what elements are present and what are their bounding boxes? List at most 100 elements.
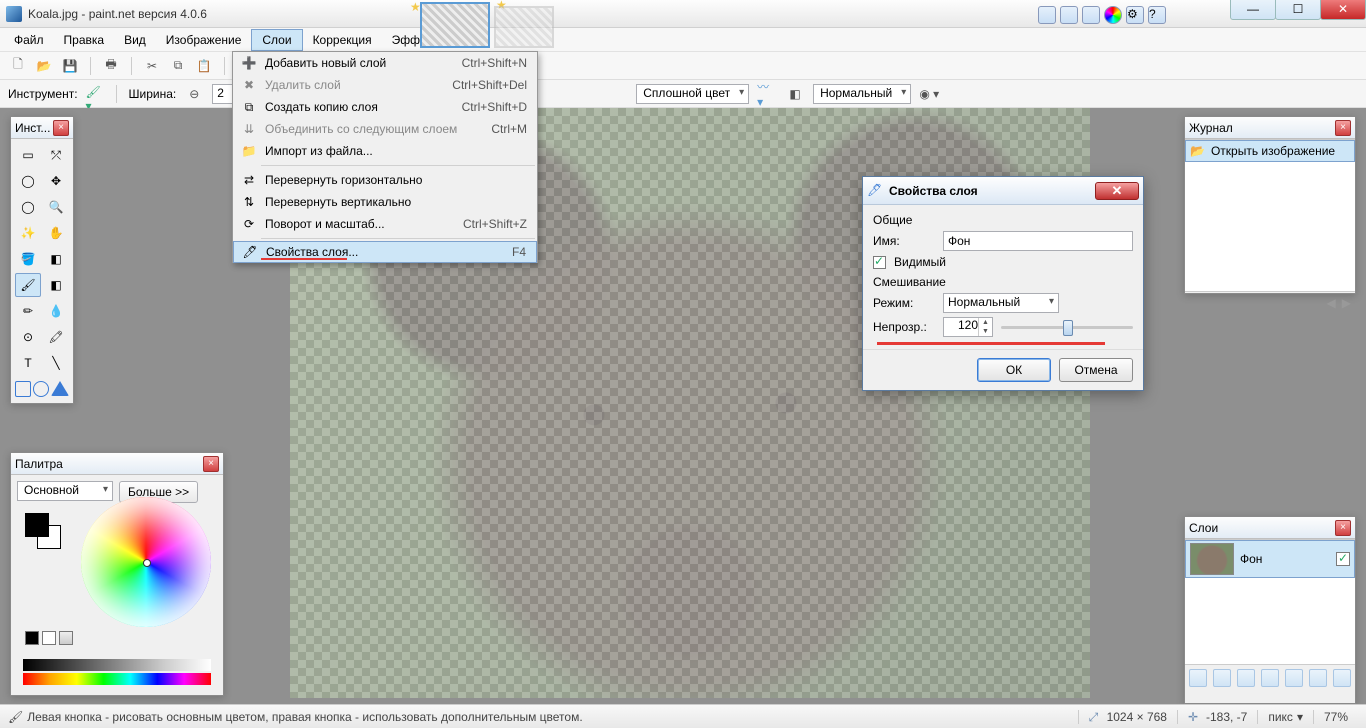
menu-merge-layer[interactable]: ⇊Объединить со следующим слоемCtrl+M xyxy=(233,118,537,140)
menu-delete-layer[interactable]: ✖Удалить слойCtrl+Shift+Del xyxy=(233,74,537,96)
color-mode-combo[interactable]: Основной xyxy=(17,481,113,501)
history-window[interactable]: Журнал× 📂 Открыть изображение ◀ ▶ xyxy=(1184,116,1356,294)
colors-titlebar[interactable]: Палитра× xyxy=(11,453,223,475)
history-back-icon[interactable]: ◀ xyxy=(1327,296,1336,310)
slider-thumb[interactable] xyxy=(1063,320,1073,336)
dialog-titlebar[interactable]: 🖊 Свойства слоя ✕ xyxy=(863,177,1143,205)
preset-black[interactable] xyxy=(25,631,39,645)
tool-move-sel[interactable]: ⤱ xyxy=(43,143,69,167)
spin-up-icon[interactable]: ▲ xyxy=(979,318,992,327)
open-icon[interactable]: 📂 xyxy=(34,56,54,76)
opacity-slider[interactable] xyxy=(1001,317,1133,337)
tool-lasso[interactable]: ◯ xyxy=(15,169,41,193)
preset-white[interactable] xyxy=(42,631,56,645)
opacity-spinbox[interactable]: 120 ▲▼ xyxy=(943,317,993,337)
tool-move[interactable]: ✥ xyxy=(43,169,69,193)
close-icon[interactable]: × xyxy=(1335,520,1351,536)
layer-properties-button[interactable] xyxy=(1333,669,1351,687)
brush-icon[interactable]: 🖌 ▾ xyxy=(86,85,104,103)
menu-flip-h[interactable]: ⇄Перевернуть горизонтально xyxy=(233,169,537,191)
cancel-button[interactable]: Отмена xyxy=(1059,358,1133,382)
menu-view[interactable]: Вид xyxy=(114,30,156,50)
tool-ellipse[interactable] xyxy=(33,381,49,397)
tool-freeform[interactable] xyxy=(51,381,69,396)
history-item[interactable]: 📂 Открыть изображение xyxy=(1185,140,1355,162)
menu-edit[interactable]: Правка xyxy=(54,30,115,50)
curve-icon[interactable]: 〰 ▾ xyxy=(757,84,777,104)
hue-strip[interactable] xyxy=(23,673,211,685)
copy-icon[interactable]: ⧉ xyxy=(168,56,188,76)
new-icon[interactable]: 🗋 xyxy=(8,56,28,76)
preset-manage[interactable] xyxy=(59,631,73,645)
tool-fill[interactable]: 🪣 xyxy=(15,247,41,271)
width-decrease-icon[interactable]: ⊖ xyxy=(184,84,204,104)
cut-icon[interactable]: ✂ xyxy=(142,56,162,76)
tool-rect[interactable] xyxy=(15,381,31,397)
tool-paintbrush[interactable]: 🖌 xyxy=(15,273,41,297)
fill-combo[interactable]: Сплошной цвет xyxy=(636,84,749,104)
print-icon[interactable]: 🖶 xyxy=(101,56,121,76)
tool-rect-select[interactable]: ▭ xyxy=(15,143,41,167)
tool-text[interactable]: T xyxy=(15,351,41,375)
value-strip[interactable] xyxy=(23,659,211,671)
tool-recolor[interactable]: 🖍 xyxy=(43,325,69,349)
tools-titlebar[interactable]: Инст...× xyxy=(11,117,73,139)
menu-duplicate-layer[interactable]: ⧉Создать копию слояCtrl+Shift+D xyxy=(233,96,537,118)
blend-mode-combo[interactable]: Нормальный xyxy=(943,293,1059,313)
move-up-button[interactable] xyxy=(1285,669,1303,687)
doc-thumb-1[interactable] xyxy=(420,2,490,48)
colors-window[interactable]: Палитра× Основной Больше >> xyxy=(10,452,224,696)
close-icon[interactable]: × xyxy=(203,456,219,472)
tool-pencil[interactable]: ✏ xyxy=(15,299,41,323)
status-unit[interactable]: пикс xyxy=(1268,710,1293,724)
spin-down-icon[interactable]: ▼ xyxy=(979,327,992,336)
visible-checkbox[interactable] xyxy=(873,256,886,269)
history-toggle-icon[interactable] xyxy=(1060,6,1078,24)
ok-button[interactable]: ОК xyxy=(977,358,1051,382)
primary-color-swatch[interactable] xyxy=(25,513,49,537)
menu-layers[interactable]: Слои xyxy=(251,29,302,51)
chevron-down-icon[interactable]: ▾ xyxy=(1297,710,1303,724)
add-layer-button[interactable] xyxy=(1189,669,1207,687)
menu-rotate-zoom[interactable]: ⟳Поворот и масштаб...Ctrl+Shift+Z xyxy=(233,213,537,235)
save-icon[interactable]: 💾 xyxy=(60,56,80,76)
close-icon[interactable]: × xyxy=(53,120,69,136)
layers-titlebar[interactable]: Слои× xyxy=(1185,517,1355,539)
menu-add-layer[interactable]: ➕Добавить новый слойCtrl+Shift+N xyxy=(233,52,537,74)
tool-ellipse-select[interactable]: ◯ xyxy=(15,195,41,219)
color-wheel[interactable] xyxy=(81,497,211,627)
help-icon[interactable]: ? xyxy=(1148,6,1166,24)
tool-eraser[interactable]: ◧ xyxy=(43,273,69,297)
menu-flip-v[interactable]: ⇅Перевернуть вертикально xyxy=(233,191,537,213)
menu-adjustments[interactable]: Коррекция xyxy=(303,30,382,50)
doc-thumb-2[interactable] xyxy=(494,6,554,48)
menu-file[interactable]: Файл xyxy=(4,30,54,50)
delete-layer-button[interactable] xyxy=(1213,669,1231,687)
dialog-close-button[interactable]: ✕ xyxy=(1095,182,1139,200)
close-icon[interactable]: × xyxy=(1335,120,1351,136)
layer-item[interactable]: Фон xyxy=(1185,540,1355,578)
history-titlebar[interactable]: Журнал× xyxy=(1185,117,1355,139)
layers-window[interactable]: Слои× Фон xyxy=(1184,516,1356,704)
menu-import-file[interactable]: 📁Импорт из файла... xyxy=(233,140,537,162)
history-forward-icon[interactable]: ▶ xyxy=(1342,296,1351,310)
colors-toggle-icon[interactable] xyxy=(1104,6,1122,24)
layer-visible-checkbox[interactable] xyxy=(1336,552,1350,566)
close-button[interactable]: ✕ xyxy=(1320,0,1366,20)
layer-properties-dialog[interactable]: 🖊 Свойства слоя ✕ Общие Имя: Видимый Сме… xyxy=(862,176,1144,391)
more-options-icon[interactable]: ◉ ▾ xyxy=(919,84,939,104)
tool-color-picker[interactable]: 💧 xyxy=(43,299,69,323)
tools-toggle-icon[interactable] xyxy=(1038,6,1056,24)
layer-name-input[interactable] xyxy=(943,231,1133,251)
blend-combo[interactable]: Нормальный xyxy=(813,84,911,104)
duplicate-layer-button[interactable] xyxy=(1237,669,1255,687)
tool-line[interactable]: ╲ xyxy=(43,351,69,375)
layers-toggle-icon[interactable] xyxy=(1082,6,1100,24)
tool-clone[interactable]: ⊙ xyxy=(15,325,41,349)
tool-magic-wand[interactable]: ✨ xyxy=(15,221,41,245)
tool-gradient[interactable]: ◧ xyxy=(43,247,69,271)
minimize-button[interactable]: — xyxy=(1230,0,1276,20)
maximize-button[interactable]: ☐ xyxy=(1275,0,1321,20)
tool-pan[interactable]: ✋ xyxy=(43,221,69,245)
tool-zoom[interactable]: 🔍 xyxy=(43,195,69,219)
